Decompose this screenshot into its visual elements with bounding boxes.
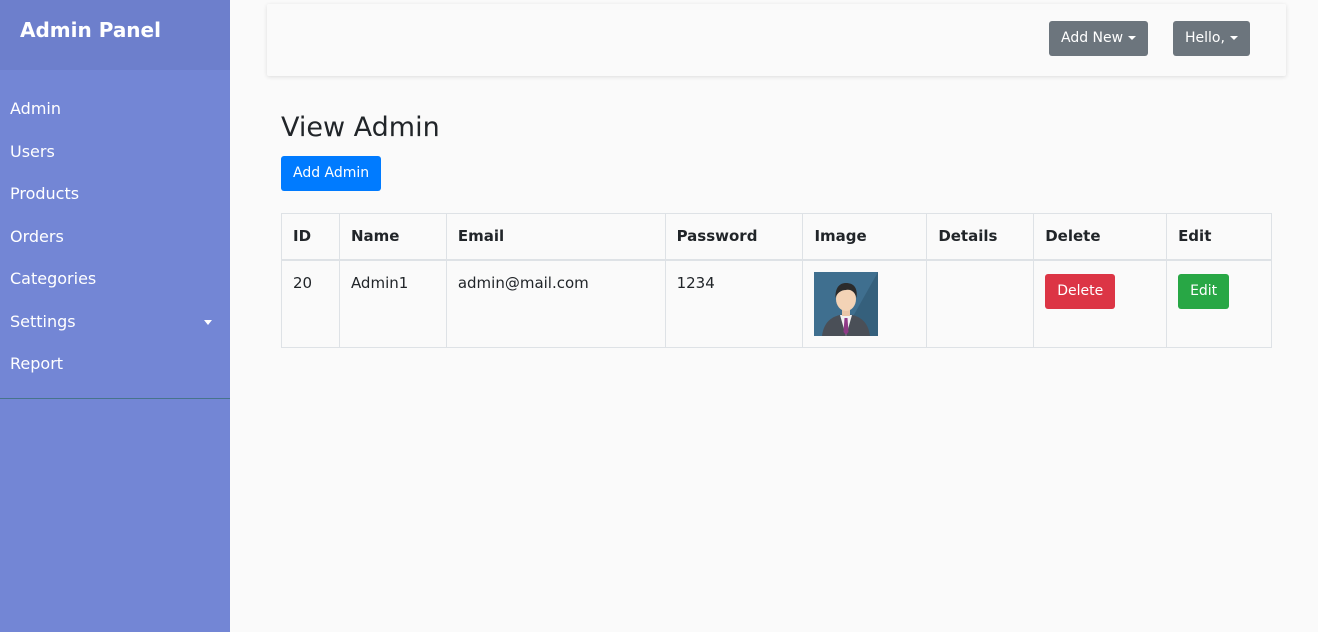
avatar-image (814, 271, 879, 336)
sidebar-item-settings[interactable]: Settings (0, 301, 230, 344)
add-new-dropdown-button[interactable]: Add New (1049, 21, 1149, 56)
top-navbar: Add New Hello, (267, 4, 1286, 76)
cell-details (926, 259, 1035, 348)
column-header-email: Email (445, 213, 666, 261)
sidebar-item-products[interactable]: Products (0, 173, 230, 216)
sidebar-item-categories[interactable]: Categories (0, 258, 230, 301)
caret-down-icon (1229, 36, 1238, 40)
user-dropdown-button[interactable]: Hello, (1173, 21, 1250, 56)
sidebar-item-users[interactable]: Users (0, 131, 230, 174)
sidebar-item-report[interactable]: Report (0, 343, 230, 386)
table-row: 20 Admin1 admin@mail.com 1234 Delete Edi… (281, 259, 1272, 348)
add-new-label: Add New (1061, 30, 1124, 46)
column-header-name: Name (338, 213, 447, 261)
sidebar-item-settings-label: Settings (10, 311, 76, 331)
table-header-row: ID Name Email Password Image Details Del… (281, 213, 1272, 261)
column-header-details: Details (926, 213, 1035, 261)
cell-edit: Edit (1166, 259, 1272, 348)
delete-button[interactable]: Delete (1045, 273, 1116, 309)
user-greeting-label: Hello, (1185, 30, 1225, 46)
edit-button[interactable]: Edit (1178, 273, 1230, 309)
cell-email: admin@mail.com (445, 259, 666, 348)
cell-password: 1234 (664, 259, 804, 348)
column-header-password: Password (664, 213, 804, 261)
cell-image (802, 259, 928, 348)
admin-table: ID Name Email Password Image Details Del… (281, 213, 1272, 348)
add-admin-button[interactable]: Add Admin (281, 156, 382, 191)
caret-down-icon (204, 319, 212, 325)
sidebar-item-orders[interactable]: Orders (0, 216, 230, 259)
page-title: View Admin (281, 112, 440, 143)
sidebar: Admin Panel Admin Users Products Orders … (0, 0, 230, 632)
cell-delete: Delete (1033, 259, 1168, 348)
cell-name: Admin1 (338, 259, 447, 348)
column-header-image: Image (802, 213, 928, 261)
sidebar-title: Admin Panel (0, 0, 230, 70)
column-header-edit: Edit (1166, 213, 1272, 261)
column-header-delete: Delete (1033, 213, 1168, 261)
sidebar-item-admin[interactable]: Admin (0, 88, 230, 131)
sidebar-nav: Admin Users Products Orders Categories S… (0, 70, 230, 399)
column-header-id: ID (281, 213, 340, 261)
cell-id: 20 (281, 259, 340, 348)
caret-down-icon (1128, 36, 1137, 40)
